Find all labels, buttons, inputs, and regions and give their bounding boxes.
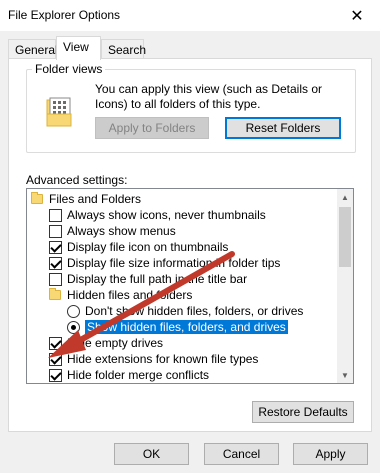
list-item: Hidden files and folders bbox=[49, 287, 192, 303]
list-item-label[interactable]: Always show icons, never thumbnails bbox=[67, 208, 266, 222]
list-item-label: Hidden files and folders bbox=[67, 288, 193, 302]
vertical-scrollbar[interactable]: ▲ ▼ bbox=[337, 189, 353, 383]
list-item[interactable]: Display file size information in folder … bbox=[49, 255, 280, 271]
checkbox[interactable] bbox=[49, 256, 62, 270]
tab-search[interactable]: Search bbox=[101, 39, 146, 59]
list-item[interactable]: Hide extensions for known file types bbox=[49, 351, 258, 367]
folder-icon bbox=[49, 288, 61, 300]
radio-button[interactable] bbox=[67, 304, 80, 318]
list-item[interactable]: Always show menus bbox=[49, 223, 176, 239]
cancel-button[interactable]: Cancel bbox=[204, 443, 279, 465]
apply-button[interactable]: Apply bbox=[293, 443, 368, 465]
folder-views-label: Folder views bbox=[32, 62, 106, 76]
list-item: Files and Folders bbox=[31, 191, 141, 207]
reset-folders-button[interactable]: Reset Folders bbox=[225, 117, 341, 139]
list-item[interactable]: Display the full path in the title bar bbox=[49, 271, 247, 287]
ok-button[interactable]: OK bbox=[114, 443, 189, 465]
checkbox[interactable] bbox=[49, 272, 62, 286]
list-item-label[interactable]: Display file size information in folder … bbox=[67, 256, 280, 270]
checkbox[interactable] bbox=[49, 368, 62, 382]
list-item-label[interactable]: Always show menus bbox=[67, 224, 176, 238]
list-item-label[interactable]: Hide extensions for known file types bbox=[67, 352, 258, 366]
list-item-label[interactable]: Hide folder merge conflicts bbox=[67, 368, 209, 382]
list-item[interactable]: Hide folder merge conflicts bbox=[49, 367, 209, 383]
checkbox[interactable] bbox=[49, 336, 62, 350]
scroll-down-icon[interactable]: ▼ bbox=[337, 367, 353, 383]
checkbox[interactable] bbox=[49, 224, 62, 238]
list-item[interactable]: Always show icons, never thumbnails bbox=[49, 207, 266, 223]
list-item-label[interactable]: Display the full path in the title bar bbox=[67, 272, 247, 286]
list-item-label: Files and Folders bbox=[49, 192, 142, 206]
apply-to-folders-button[interactable]: Apply to Folders bbox=[95, 117, 209, 139]
tab-view[interactable]: View bbox=[56, 36, 101, 60]
scroll-up-icon[interactable]: ▲ bbox=[337, 189, 353, 205]
list-item-label[interactable]: Hide empty drives bbox=[67, 336, 163, 350]
scroll-thumb[interactable] bbox=[339, 207, 351, 267]
folder-icon bbox=[31, 192, 43, 204]
advanced-settings-list[interactable]: Files and Folders Always show icons, nev… bbox=[26, 188, 354, 384]
advanced-settings-label: Advanced settings: bbox=[26, 173, 128, 187]
list-item[interactable]: Hide empty drives bbox=[49, 335, 163, 351]
close-icon[interactable]: ✕ bbox=[334, 0, 380, 31]
list-item-label[interactable]: Display file icon on thumbnails bbox=[67, 240, 228, 254]
restore-defaults-button[interactable]: Restore Defaults bbox=[252, 401, 354, 423]
checkbox[interactable] bbox=[49, 208, 62, 222]
list-item-label[interactable]: Don't show hidden files, folders, or dri… bbox=[85, 304, 303, 318]
checkbox[interactable] bbox=[49, 240, 62, 254]
folder-grid-icon bbox=[46, 97, 72, 127]
radio-button[interactable] bbox=[67, 320, 80, 334]
list-item[interactable]: Don't show hidden files, folders, or dri… bbox=[67, 303, 303, 319]
list-item[interactable]: Display file icon on thumbnails bbox=[49, 239, 228, 255]
title-bar: File Explorer Options ✕ bbox=[0, 0, 380, 31]
window-title: File Explorer Options bbox=[8, 8, 121, 22]
checkbox[interactable] bbox=[49, 352, 62, 366]
folder-views-description: You can apply this view (such as Details… bbox=[95, 82, 323, 111]
list-item[interactable]: Show hidden files, folders, and drives bbox=[67, 319, 288, 335]
tab-general[interactable]: General bbox=[8, 39, 58, 59]
list-item-label[interactable]: Show hidden files, folders, and drives bbox=[85, 320, 288, 334]
